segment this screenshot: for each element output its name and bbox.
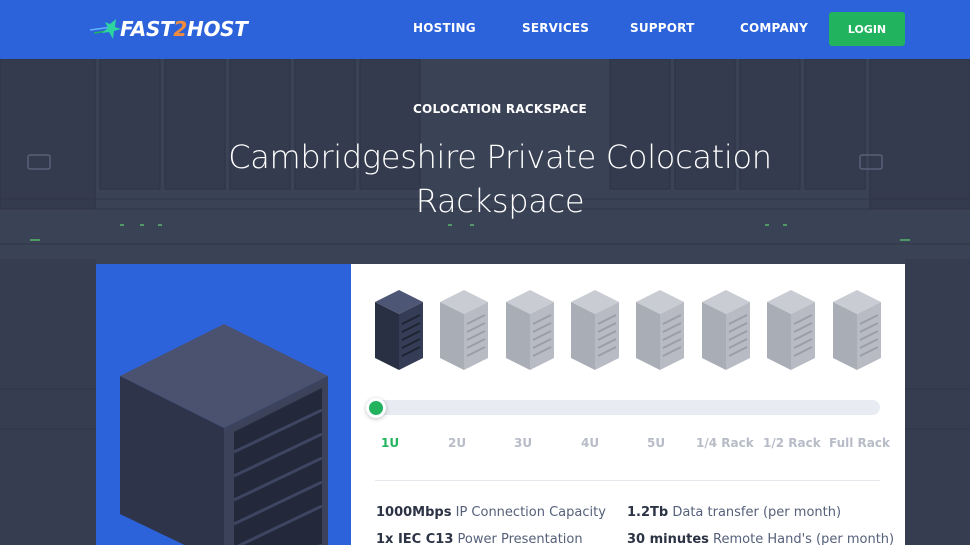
nav-company[interactable]: COMPANY — [740, 21, 808, 35]
rack-half-icon[interactable] — [765, 288, 817, 372]
size-option-full-rack[interactable]: Full Rack — [829, 436, 890, 450]
spec-remote-hands: 30 minutes Remote Hand's (per month) — [627, 532, 895, 545]
size-option-5u[interactable]: 5U — [647, 436, 665, 450]
hero-eyebrow: COLOCATION RACKSPACE — [413, 102, 587, 116]
spec-ip-capacity: 1000Mbps IP Connection Capacity — [376, 505, 606, 520]
nav-hosting[interactable]: HOSTING — [413, 21, 476, 35]
rack-illustration-panel — [96, 264, 351, 545]
nav-services[interactable]: SERVICES — [522, 21, 589, 35]
logo-text: FAST2HOST — [120, 17, 248, 41]
server-rack-illustration — [120, 324, 328, 545]
rackspace-configurator: 1U 2U 3U 4U 5U 1/4 Rack 1/2 Rack Full Ra… — [351, 264, 905, 545]
top-navbar: FAST2HOST HOSTING SERVICES SUPPORT COMPA… — [0, 0, 970, 59]
nav-support[interactable]: SUPPORT — [630, 21, 694, 35]
page-title: Cambridgeshire Private Colocation Racksp… — [228, 138, 772, 220]
brand-logo[interactable]: FAST2HOST — [88, 14, 248, 44]
rack-3u-icon[interactable] — [504, 288, 556, 372]
rack-5u-icon[interactable] — [634, 288, 686, 372]
rack-2u-icon[interactable] — [438, 288, 490, 372]
rack-1u-icon[interactable] — [373, 288, 425, 372]
specs-divider — [375, 480, 880, 481]
size-option-2u[interactable]: 2U — [448, 436, 466, 450]
size-option-1u[interactable]: 1U — [381, 436, 399, 450]
size-option-quarter-rack[interactable]: 1/4 Rack — [696, 436, 754, 450]
rack-4u-icon[interactable] — [569, 288, 621, 372]
login-button[interactable]: LOGIN — [829, 12, 905, 46]
logo-swoosh-icon — [89, 19, 121, 39]
rack-full-icon[interactable] — [831, 288, 883, 372]
rack-quarter-icon[interactable] — [700, 288, 752, 372]
spec-power: 1x IEC C13 Power Presentation — [376, 532, 583, 545]
size-option-3u[interactable]: 3U — [514, 436, 532, 450]
slider-knob[interactable] — [366, 398, 386, 418]
size-option-half-rack[interactable]: 1/2 Rack — [763, 436, 821, 450]
size-option-4u[interactable]: 4U — [581, 436, 599, 450]
rack-size-slider[interactable] — [371, 400, 880, 415]
spec-data-transfer: 1.2Tb Data transfer (per month) — [627, 505, 842, 520]
rack-size-icons — [373, 288, 883, 372]
